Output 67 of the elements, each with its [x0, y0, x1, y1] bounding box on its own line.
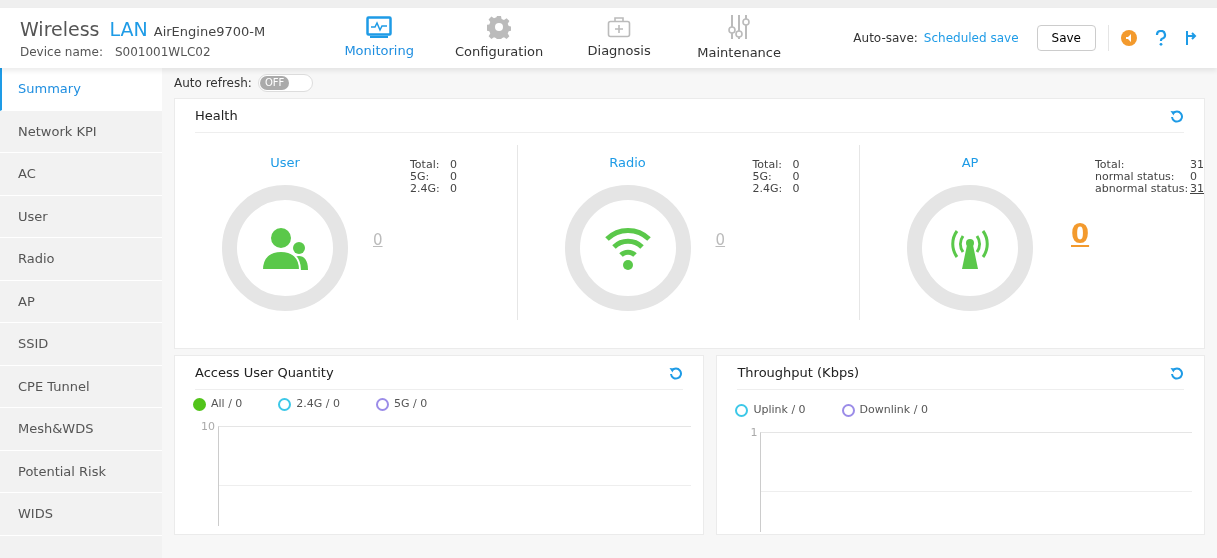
legend-dot[interactable] — [735, 403, 749, 417]
stat-label: Total: — [1095, 159, 1126, 171]
stat-link[interactable]: 31 — [1190, 183, 1204, 195]
stat-value: 0 — [450, 183, 457, 195]
stat-label: 5G: — [752, 171, 773, 183]
refresh-icon[interactable] — [669, 365, 684, 380]
save-button[interactable]: Save — [1036, 25, 1096, 51]
stat-label: 2.4G: — [410, 183, 440, 195]
help-icon[interactable] — [1155, 30, 1167, 46]
sidebar-item[interactable]: AP — [0, 280, 162, 323]
brand-subtitle: LAN — [109, 16, 148, 42]
stat-value: 0 — [792, 171, 800, 183]
legend-dot[interactable] — [841, 403, 855, 417]
model-name: AirEngine9700-M — [153, 22, 266, 41]
refresh-icon[interactable] — [1170, 365, 1184, 380]
panel-title: Access User Quantity — [195, 363, 334, 382]
legend-dot[interactable] — [193, 397, 206, 411]
stat-value: 0 — [1190, 171, 1197, 183]
panel-title: Throughput (Kbps) — [737, 363, 859, 382]
refresh-icon[interactable] — [1170, 108, 1184, 123]
legend-label: 2.4G / 0 — [296, 396, 341, 412]
stat-value: 0 — [792, 183, 800, 195]
users-icon — [262, 225, 308, 270]
sliders-icon — [728, 13, 751, 40]
device-label: Device name: — [20, 44, 103, 62]
stat-label: normal status: — [1095, 171, 1176, 183]
axis-tick-label: 10 — [200, 418, 215, 435]
device-name: S001001WLC02 — [114, 44, 211, 62]
sidebar-item[interactable]: Mesh&WDS — [0, 408, 162, 451]
sidebar-item[interactable]: User — [0, 195, 162, 238]
stat-value: 0 — [450, 171, 457, 183]
sidebar-item[interactable]: Network KPI — [0, 110, 162, 153]
sidebar-item[interactable]: CPE Tunnel — [0, 365, 162, 408]
nav-tab[interactable]: Diagnosis — [559, 13, 680, 63]
auto-refresh-label: Auto refresh: — [174, 75, 252, 92]
sidebar-item[interactable]: Potential Risk — [0, 450, 162, 493]
legend-dot[interactable] — [376, 397, 390, 411]
sidebar-item[interactable]: SSID — [0, 323, 162, 366]
brand-title: Wireless — [20, 16, 100, 42]
legend-label: Downlink / 0 — [859, 402, 928, 418]
speaker-icon[interactable] — [1121, 30, 1137, 46]
stat-label: Total: — [752, 159, 783, 171]
stat-value: 0 — [450, 159, 457, 171]
axis-tick-label: 1 — [749, 424, 758, 441]
first-aid-kit-icon — [607, 15, 632, 38]
gear-icon — [487, 14, 512, 39]
stat-label: 2.4G: — [752, 183, 783, 195]
legend-label: 5G / 0 — [394, 396, 428, 412]
autosave-label: Auto-save: — [853, 30, 918, 47]
sidebar-item[interactable]: WIDS — [0, 493, 162, 536]
sidebar-item[interactable]: AC — [0, 153, 162, 196]
sidebar-item[interactable]: Radio — [0, 238, 162, 281]
stat-label: 5G: — [410, 171, 431, 183]
nav-tab[interactable]: Monitoring — [319, 13, 440, 63]
sidebar-item[interactable]: Summary — [0, 68, 162, 111]
monitor-icon — [366, 15, 393, 38]
legend-label: All / 0 — [211, 396, 243, 412]
nav-tab[interactable]: Maintenance — [679, 13, 800, 63]
stat-label: Total: — [410, 159, 440, 171]
legend-dot[interactable] — [278, 397, 292, 411]
stat-label: abnormal status: — [1095, 183, 1190, 195]
panel-title: Health — [195, 106, 238, 125]
stat-value: 0 — [792, 159, 800, 171]
legend-label: Uplink / 0 — [753, 402, 806, 418]
nav-tab[interactable]: Configuration — [439, 13, 560, 63]
stat-value: 31 — [1190, 159, 1204, 171]
exit-icon[interactable] — [1185, 30, 1197, 46]
